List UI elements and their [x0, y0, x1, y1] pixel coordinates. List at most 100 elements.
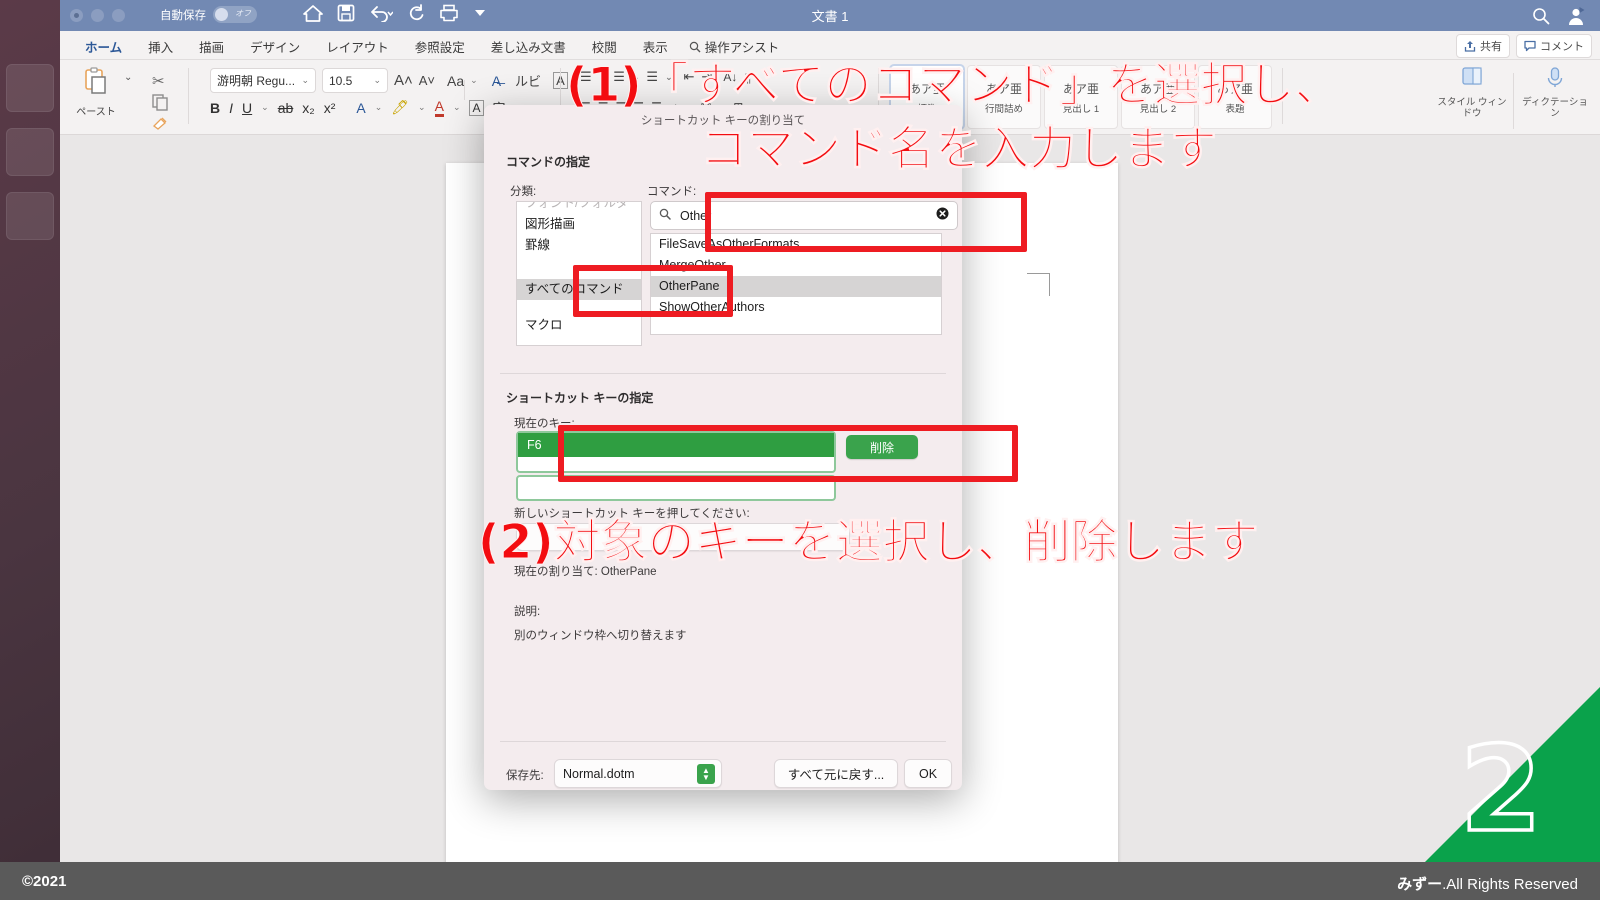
ribbon-tab-0[interactable]: ホーム	[72, 31, 135, 62]
font-format-controls[interactable]: B I U ⌄ ab x₂ x² A ⌄ 🖊 ⌄ A ⌄ A 字	[210, 98, 506, 156]
strikethrough-button[interactable]: ab	[278, 100, 294, 116]
reset-all-button[interactable]: すべて元に戻す...	[774, 759, 898, 788]
description-label: 説明:	[514, 606, 541, 618]
save-in-label: 保存先:	[506, 770, 544, 782]
assign-shortcut-dialog[interactable]: ショートカット キーの割り当て コマンドの指定 分類: コマンド: フォント/フ…	[484, 105, 962, 790]
command-section-heading: コマンドの指定	[506, 155, 591, 169]
copy-icon[interactable]	[152, 94, 169, 116]
current-keys-listbox[interactable]: F6	[516, 431, 836, 473]
phonetic-guide-icon[interactable]: ルビ	[515, 71, 541, 90]
paste-button[interactable]: ペースト	[70, 66, 122, 118]
grow-font-icon[interactable]: A˄	[394, 72, 413, 89]
font-size-combo[interactable]: 10.5 ⌄	[322, 68, 388, 93]
ribbon-tab-5[interactable]: 参照設定	[402, 31, 478, 62]
paste-icon	[85, 67, 106, 94]
highlight-color-icon[interactable]: 🖊	[391, 99, 409, 116]
share-label: 共有	[1480, 41, 1502, 53]
command-item-0[interactable]: FileSaveAsOtherFormats	[651, 234, 941, 255]
desktop-icon[interactable]	[6, 64, 54, 112]
current-key-item[interactable]: F6	[518, 433, 834, 457]
chevron-down-icon[interactable]: ⌄	[418, 102, 426, 113]
ribbon-tab-2[interactable]: 描画	[186, 31, 237, 62]
font-controls[interactable]: 游明朝 Regu... ⌄ 10.5 ⌄ A˄ A˅ Aa ⌄ A̶ ルビ A	[210, 68, 568, 100]
shrink-font-icon[interactable]: A˅	[419, 73, 435, 88]
font-name-combo[interactable]: 游明朝 Regu... ⌄	[210, 68, 316, 93]
ok-button[interactable]: OK	[904, 759, 952, 788]
annotation-step1-line1: (1)「すべてのコマンド」を選択し、	[566, 58, 1342, 114]
command-label: コマンド:	[647, 186, 697, 198]
command-listbox[interactable]: FileSaveAsOtherFormats MergeOther OtherPan…	[650, 233, 942, 335]
current-keys-listbox-rest[interactable]	[516, 475, 836, 501]
title-bar: 自動保存 オフ 文書 1	[60, 0, 1600, 31]
format-painter-icon[interactable]	[152, 116, 169, 136]
footer-bar: ©2021 みずー.All Rights Reserved	[0, 862, 1600, 900]
shortcut-section-heading: ショートカット キーの指定	[506, 391, 654, 405]
dictate-button[interactable]: ディクテーション	[1518, 65, 1592, 120]
share-button[interactable]: 共有	[1456, 34, 1510, 58]
paste-dropdown-icon[interactable]: ⌄	[124, 72, 132, 83]
command-search-input[interactable]	[678, 207, 929, 224]
desktop-icon[interactable]	[6, 128, 54, 176]
underline-button[interactable]: U	[242, 100, 252, 116]
page-number: 2	[1458, 720, 1544, 858]
chevron-down-icon[interactable]: ⌄	[453, 102, 461, 113]
chevron-down-icon[interactable]: ⌄	[375, 102, 383, 113]
category-item-1[interactable]: 図形描画	[517, 214, 641, 235]
annotation-step1-line2: コマンド名を入力します	[700, 122, 1218, 178]
comment-button[interactable]: コメント	[1516, 34, 1592, 58]
command-item-2[interactable]: OtherPane	[651, 276, 941, 297]
search-icon[interactable]	[1532, 7, 1550, 30]
font-size-value: 10.5	[329, 73, 353, 88]
italic-button[interactable]: I	[229, 100, 233, 116]
desktop-icon[interactable]	[6, 192, 54, 240]
ribbon-end-commands[interactable]: スタイル ウィンドウ ディクテーション	[1435, 65, 1592, 129]
delete-button[interactable]: 削除	[846, 435, 918, 459]
command-item-1[interactable]: MergeOther	[651, 255, 941, 276]
enclose-character-icon[interactable]: A	[469, 99, 484, 116]
ribbon-tab-bar-right: 共有 コメント	[1456, 34, 1592, 58]
save-in-select[interactable]: Normal.dotm ▲ ▼	[554, 759, 722, 788]
chevron-down-icon[interactable]: ⌄	[261, 102, 269, 113]
screenshot-root: 自動保存 オフ 文書 1 ホーム 挿入 描画 デザイン レイアウト 参照設定 差…	[0, 0, 1600, 900]
account-icon[interactable]	[1566, 6, 1586, 31]
dictate-label: ディクテーション	[1522, 97, 1588, 119]
clear-formatting-icon[interactable]: A̶	[492, 73, 501, 89]
chevron-down-icon: ⌄	[301, 75, 309, 85]
text-effects-icon[interactable]: A	[356, 100, 365, 116]
copyright-text: ©2021	[22, 873, 67, 890]
style-pane-button[interactable]: スタイル ウィンドウ	[1435, 65, 1509, 120]
category-item-0[interactable]: フォント/フォルダ	[517, 202, 641, 214]
category-item-3[interactable]: すべてのコマンド	[517, 279, 641, 300]
superscript-button[interactable]: x²	[324, 100, 336, 116]
ribbon-tab-6[interactable]: 差し込み文書	[478, 31, 579, 62]
command-item-3[interactable]: ShowOtherAuthors	[651, 297, 941, 318]
current-keys-label: 現在のキー:	[514, 418, 575, 430]
footer-rights: みずー.All Rights Reserved	[1397, 873, 1578, 894]
stepper-icon[interactable]: ▲ ▼	[697, 764, 715, 784]
command-search-field[interactable]	[650, 201, 958, 230]
annotation-step2: (2)対象のキーを選択し、削除します	[478, 515, 1260, 571]
search-icon	[659, 207, 671, 225]
paste-label: ペースト	[76, 107, 116, 118]
ribbon-tab-1[interactable]: 挿入	[135, 31, 186, 62]
ribbon-tab-4[interactable]: レイアウト	[313, 31, 402, 62]
category-item-2[interactable]: 罫線	[517, 235, 641, 256]
chevron-down-icon[interactable]: ⌄	[470, 75, 478, 86]
chevron-down-icon: ⌄	[373, 75, 381, 85]
cut-icon[interactable]: ✂	[152, 72, 165, 90]
clear-icon[interactable]	[936, 207, 949, 225]
category-label: 分類:	[510, 186, 537, 198]
microphone-icon	[1547, 67, 1563, 87]
document-title: 文書 1	[811, 9, 849, 24]
bold-button[interactable]: B	[210, 100, 220, 116]
subscript-button[interactable]: x₂	[302, 100, 314, 116]
comment-label: コメント	[1540, 41, 1584, 53]
ribbon-tab-3[interactable]: デザイン	[237, 31, 313, 62]
category-listbox[interactable]: フォント/フォルダ 図形描画 罫線すべてのコマンド マクロ	[516, 201, 642, 346]
save-in-value: Normal.dotm	[563, 766, 635, 781]
category-item-4[interactable]: マクロ	[517, 315, 641, 336]
font-color-icon[interactable]: A	[434, 98, 444, 117]
style-pane-label: スタイル ウィンドウ	[1437, 97, 1507, 119]
description-text: 別のウィンドウ枠へ切り替えます	[514, 630, 687, 642]
change-case-icon[interactable]: Aa	[447, 73, 464, 89]
